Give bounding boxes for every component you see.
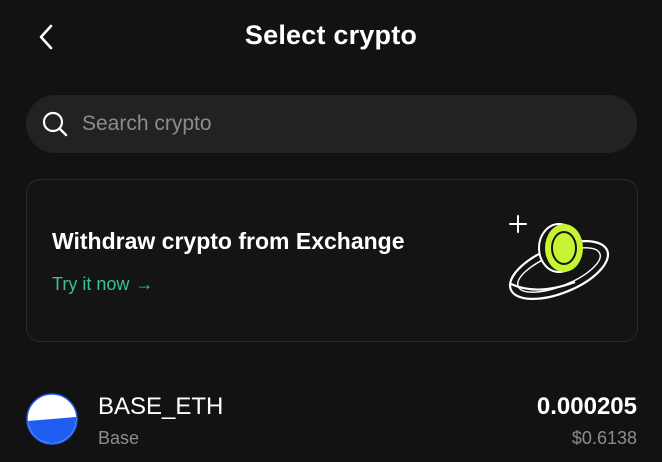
asset-fiat-value: $0.6138 bbox=[571, 428, 637, 448]
search-input[interactable] bbox=[80, 111, 604, 137]
coin-orbit-illustration bbox=[508, 215, 610, 300]
withdraw-promo-card[interactable]: Withdraw crypto from Exchange Try it now… bbox=[26, 179, 638, 342]
header: Select crypto bbox=[0, 0, 662, 76]
asset-amount: 0.000205 bbox=[536, 393, 637, 420]
page-title: Select crypto bbox=[244, 20, 418, 50]
asset-symbol: BASE_ETH bbox=[98, 393, 224, 420]
base-eth-icon bbox=[26, 393, 78, 445]
search-icon bbox=[40, 109, 70, 139]
arrow-right-icon: → bbox=[135, 274, 154, 294]
promo-link-label: Try it now bbox=[52, 274, 130, 294]
asset-row[interactable]: BASE_ETH Base 0.000205 $0.6138 bbox=[0, 380, 662, 462]
try-it-now-link[interactable]: Try it now → bbox=[52, 274, 153, 295]
promo-title: Withdraw crypto from Exchange bbox=[52, 228, 405, 254]
search-bar[interactable] bbox=[26, 95, 637, 153]
asset-network: Base bbox=[98, 428, 140, 448]
